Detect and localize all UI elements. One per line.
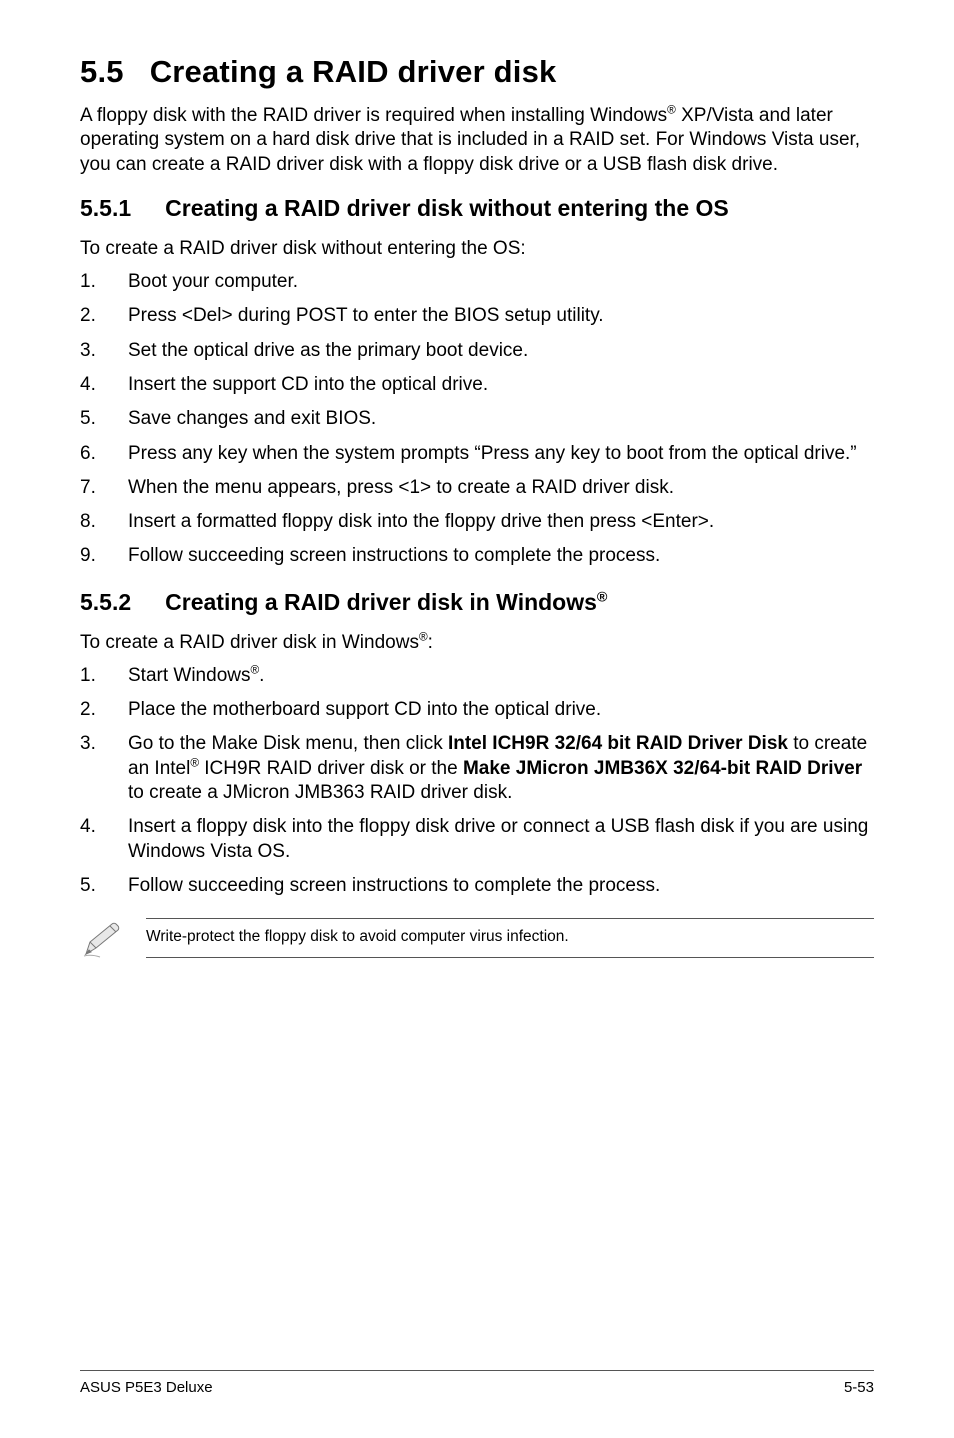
registered-mark: ® bbox=[250, 663, 259, 676]
pencil-icon bbox=[80, 918, 124, 965]
step-number: 8. bbox=[80, 510, 128, 534]
list-item: 1.Boot your computer. bbox=[80, 270, 874, 294]
list-item: 5.Save changes and exit BIOS. bbox=[80, 407, 874, 431]
step-text: Boot your computer. bbox=[128, 270, 874, 294]
section-2-number: 5.5.2 bbox=[80, 589, 131, 616]
list-item: 6.Press any key when the system prompts … bbox=[80, 442, 874, 466]
section-1-heading: 5.5.1 Creating a RAID driver disk without… bbox=[80, 195, 874, 222]
step-text: Follow succeeding screen instructions to… bbox=[128, 874, 874, 898]
step-number: 2. bbox=[80, 304, 128, 328]
registered-mark: ® bbox=[667, 104, 676, 117]
footer-right: 5-53 bbox=[844, 1379, 874, 1396]
step-text: Start Windows®. bbox=[128, 664, 874, 688]
list-item: 8.Insert a formatted floppy disk into th… bbox=[80, 510, 874, 534]
page-footer: ASUS P5E3 Deluxe 5-53 bbox=[80, 1370, 874, 1396]
s3d: ICH9R RAID driver disk or the bbox=[199, 758, 463, 779]
section-2-heading: 5.5.2 Creating a RAID driver disk in Wind… bbox=[80, 589, 874, 616]
registered-mark: ® bbox=[419, 630, 428, 643]
registered-mark: ® bbox=[190, 756, 199, 769]
step-number: 3. bbox=[80, 732, 128, 805]
note: Write-protect the floppy disk to avoid c… bbox=[80, 918, 874, 965]
step-text: Insert the support CD into the optical d… bbox=[128, 373, 874, 397]
step-number: 3. bbox=[80, 339, 128, 363]
list-item: 1. Start Windows®. bbox=[80, 664, 874, 688]
step-number: 1. bbox=[80, 270, 128, 294]
step-text: When the menu appears, press <1> to crea… bbox=[128, 476, 874, 500]
list-item: 2. Place the motherboard support CD into… bbox=[80, 698, 874, 722]
list-item: 4.Insert the support CD into the optical… bbox=[80, 373, 874, 397]
step-text: Go to the Make Disk menu, then click Int… bbox=[128, 732, 874, 805]
step-text: Follow succeeding screen instructions to… bbox=[128, 544, 874, 568]
step-text: Set the optical drive as the primary boo… bbox=[128, 339, 874, 363]
intro-paragraph: A floppy disk with the RAID driver is re… bbox=[80, 104, 874, 177]
step-text: Press <Del> during POST to enter the BIO… bbox=[128, 304, 874, 328]
s3b: Intel ICH9R 32/64 bit RAID Driver Disk bbox=[448, 733, 788, 754]
section-2-steps: 1. Start Windows®. 2. Place the motherbo… bbox=[80, 664, 874, 899]
step-text: Place the motherboard support CD into th… bbox=[128, 698, 874, 722]
lead-text: To create a RAID driver disk in Windows bbox=[80, 632, 419, 653]
step-text: Insert a formatted floppy disk into the … bbox=[128, 510, 874, 534]
step-text: Save changes and exit BIOS. bbox=[128, 407, 874, 431]
lead-suffix: : bbox=[428, 632, 433, 653]
list-item: 2.Press <Del> during POST to enter the B… bbox=[80, 304, 874, 328]
step-number: 1. bbox=[80, 664, 128, 688]
list-item: 5. Follow succeeding screen instructions… bbox=[80, 874, 874, 898]
heading-number: 5.5 bbox=[80, 54, 124, 90]
page: 5.5 Creating a RAID driver disk A floppy … bbox=[0, 0, 954, 1438]
step1-pre: Start Windows bbox=[128, 665, 250, 686]
s3e: Make JMicron JMB36X 32/64-bit RAID Drive… bbox=[463, 758, 862, 779]
step-number: 5. bbox=[80, 874, 128, 898]
note-text: Write-protect the floppy disk to avoid c… bbox=[146, 918, 874, 958]
list-item: 4. Insert a floppy disk into the floppy … bbox=[80, 815, 874, 864]
section-1-title: Creating a RAID driver disk without ente… bbox=[165, 195, 729, 221]
footer-left: ASUS P5E3 Deluxe bbox=[80, 1379, 213, 1396]
intro-text-1: A floppy disk with the RAID driver is re… bbox=[80, 105, 667, 126]
section-1-steps: 1.Boot your computer. 2.Press <Del> duri… bbox=[80, 270, 874, 569]
section-2-lead: To create a RAID driver disk in Windows®… bbox=[80, 632, 874, 654]
step-number: 5. bbox=[80, 407, 128, 431]
step-text: Insert a floppy disk into the floppy dis… bbox=[128, 815, 874, 864]
registered-mark: ® bbox=[597, 589, 608, 605]
step-number: 7. bbox=[80, 476, 128, 500]
list-item: 3. Go to the Make Disk menu, then click … bbox=[80, 732, 874, 805]
step-number: 9. bbox=[80, 544, 128, 568]
step-number: 6. bbox=[80, 442, 128, 466]
list-item: 7.When the menu appears, press <1> to cr… bbox=[80, 476, 874, 500]
step-number: 2. bbox=[80, 698, 128, 722]
section-1-number: 5.5.1 bbox=[80, 195, 131, 222]
s3a: Go to the Make Disk menu, then click bbox=[128, 733, 448, 754]
step1-post: . bbox=[259, 665, 264, 686]
step-number: 4. bbox=[80, 373, 128, 397]
page-title: 5.5 Creating a RAID driver disk bbox=[80, 54, 874, 90]
list-item: 9.Follow succeeding screen instructions … bbox=[80, 544, 874, 568]
step-text: Press any key when the system prompts “P… bbox=[128, 442, 874, 466]
s3f: to create a JMicron JMB363 RAID driver d… bbox=[128, 782, 512, 803]
section-2-title: Creating a RAID driver disk in Windows bbox=[165, 589, 597, 615]
step-number: 4. bbox=[80, 815, 128, 864]
section-1-lead: To create a RAID driver disk without ent… bbox=[80, 238, 874, 260]
heading-text: Creating a RAID driver disk bbox=[150, 54, 557, 89]
list-item: 3.Set the optical drive as the primary b… bbox=[80, 339, 874, 363]
